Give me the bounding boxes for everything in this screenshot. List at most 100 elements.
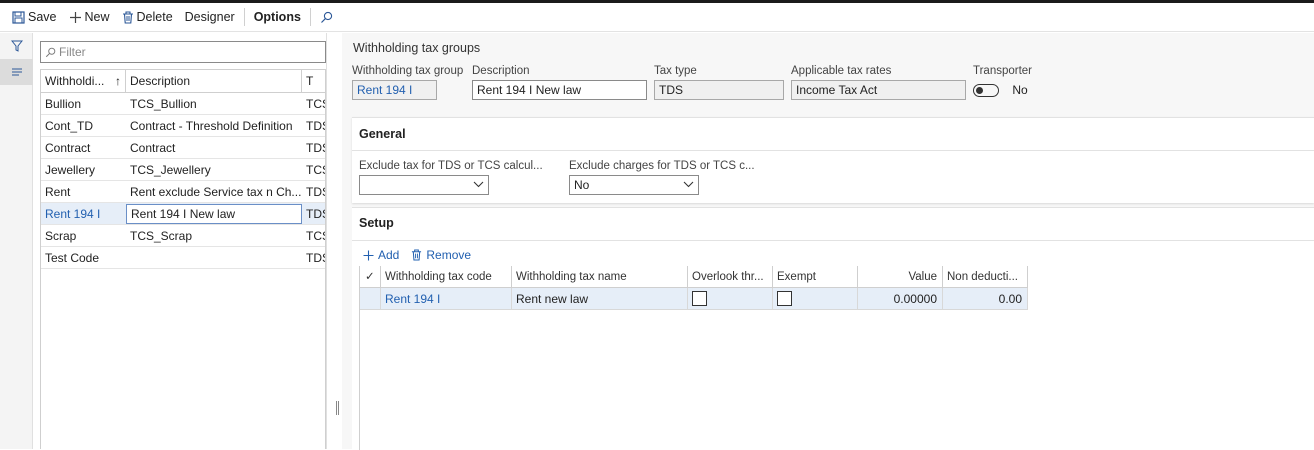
table-row[interactable]: Bullion TCS_Bullion TCS: [41, 93, 325, 115]
left-rail: [0, 33, 33, 449]
list-view-button[interactable]: [0, 59, 33, 85]
transporter-toggle[interactable]: [973, 84, 999, 98]
row-selector[interactable]: [360, 288, 381, 310]
remove-label: Remove: [426, 248, 472, 262]
cell-overlook: [688, 288, 773, 310]
tax-type-value: TDS: [654, 80, 784, 100]
cell-type: TDS: [306, 140, 325, 155]
sort-ascending-icon: ↑: [115, 73, 121, 88]
overlook-checkbox[interactable]: [692, 291, 707, 307]
withholding-tax-group-value[interactable]: Rent 194 I: [352, 80, 437, 100]
column-header-overlook[interactable]: Overlook thr...: [688, 266, 773, 288]
column-header-tax-name[interactable]: Withholding tax name: [512, 266, 688, 288]
column-header-code-label: Withholdi...: [45, 73, 105, 88]
cell-code: Jewellery: [45, 162, 96, 177]
filter-pane-button[interactable]: [0, 33, 33, 59]
cell-type: TDS: [306, 250, 325, 265]
splitter-grip-icon[interactable]: [336, 401, 339, 415]
general-tab-title[interactable]: General: [359, 127, 406, 141]
cell-exempt: [773, 288, 858, 310]
table-row[interactable]: Scrap TCS_Scrap TCS: [41, 225, 325, 247]
cell-type: TCS: [306, 162, 325, 177]
cell-code: Cont_TD: [45, 118, 94, 133]
add-button[interactable]: Add: [363, 248, 399, 262]
exclude-tax-select[interactable]: [359, 175, 489, 195]
setup-tab-title[interactable]: Setup: [359, 216, 394, 230]
exclude-charges-field: Exclude charges for TDS or TCS c... No: [569, 160, 755, 195]
column-header-type[interactable]: T: [302, 70, 325, 93]
applicable-tax-rates-value: Income Tax Act: [791, 80, 966, 100]
cell-code: Test Code: [45, 250, 100, 265]
table-row[interactable]: Rent Rent exclude Service tax n Ch... TD…: [41, 181, 325, 203]
grid-header: Withholdi... ↑ Description T: [41, 69, 325, 93]
tax-type-field: Tax type TDS: [654, 65, 784, 100]
table-row[interactable]: Jewellery TCS_Jewellery TCS: [41, 159, 325, 181]
exclude-charges-label: Exclude charges for TDS or TCS c...: [569, 160, 755, 172]
cell-type: TDS: [306, 118, 325, 133]
select-all-check-icon[interactable]: ✓: [360, 266, 381, 288]
options-tab[interactable]: Options: [248, 6, 307, 28]
trash-icon: [412, 249, 422, 261]
transporter-label: Transporter: [973, 65, 1033, 77]
table-row-selected[interactable]: Rent 194 I Rent 194 I New law TDS: [41, 203, 325, 225]
search-button[interactable]: [314, 6, 342, 28]
filter-placeholder: Filter: [59, 45, 86, 59]
description-field: Description Rent 194 I New law: [472, 65, 647, 100]
search-icon: [320, 11, 333, 23]
table-row[interactable]: Cont_TD Contract - Threshold Definition …: [41, 115, 325, 137]
grid-header: ✓ Withholding tax code Withholding tax n…: [360, 266, 1028, 288]
cell-type: TCS: [306, 96, 325, 111]
cell-description: Rent exclude Service tax n Ch...: [130, 184, 302, 199]
remove-button[interactable]: Remove: [411, 248, 471, 262]
cell-tax-code[interactable]: Rent 194 I: [381, 288, 512, 310]
column-header-exempt[interactable]: Exempt: [773, 266, 858, 288]
table-row[interactable]: Rent 194 I Rent new law 0.00000 0.00: [360, 288, 1028, 310]
exclude-charges-value: No: [574, 178, 590, 192]
column-header-non-deductible[interactable]: Non deducti...: [943, 266, 1028, 288]
exclude-charges-select[interactable]: No: [569, 175, 699, 195]
description-label: Description: [472, 65, 530, 77]
tax-type-label: Tax type: [654, 65, 697, 77]
plus-icon: [69, 11, 81, 23]
column-header-description[interactable]: Description: [126, 69, 302, 93]
cell-value: 0.00000: [858, 288, 943, 310]
page-title: Withholding tax groups: [353, 41, 481, 55]
filter-input[interactable]: Filter: [40, 41, 326, 63]
new-button[interactable]: New: [63, 6, 116, 28]
save-label: Save: [28, 10, 57, 24]
divider: [352, 150, 1314, 151]
cell-tax-name: Rent new law: [512, 288, 688, 310]
cell-description-edit[interactable]: Rent 194 I New law: [126, 203, 302, 224]
cell-description: Contract - Threshold Definition: [130, 118, 293, 133]
setup-actions: Add Remove: [363, 248, 483, 262]
cell-code: Rent: [45, 184, 71, 199]
cell-code: Scrap: [45, 228, 77, 243]
new-label: New: [84, 10, 110, 24]
column-header-tax-code[interactable]: Withholding tax code: [381, 266, 512, 288]
add-label: Add: [378, 248, 400, 262]
action-pane: Save New Delete Designer Options: [0, 3, 1314, 32]
cell-description: TCS_Jewellery: [130, 162, 211, 177]
chevron-down-icon: [683, 181, 694, 188]
transporter-value: No: [1012, 83, 1028, 97]
save-button[interactable]: Save: [6, 6, 63, 28]
table-row[interactable]: Test Code TDS: [41, 247, 325, 269]
cell-type: TDS: [306, 206, 325, 221]
table-row[interactable]: Contract Contract TDS: [41, 137, 325, 159]
divider: [352, 240, 1314, 241]
applicable-tax-rates-field: Applicable tax rates Income Tax Act: [791, 65, 966, 100]
exclude-tax-label: Exclude tax for TDS or TCS calcul...: [359, 160, 543, 172]
column-header-value[interactable]: Value: [858, 266, 943, 288]
designer-label: Designer: [184, 10, 235, 24]
column-header-code[interactable]: Withholdi... ↑: [41, 69, 126, 93]
cell-non-deductible: 0.00: [943, 288, 1028, 310]
pane-splitter[interactable]: [326, 33, 339, 449]
transporter-field: Transporter No: [973, 65, 1032, 100]
delete-button[interactable]: Delete: [116, 6, 179, 28]
designer-button[interactable]: Designer: [179, 6, 241, 28]
details-pane: Withholding tax groups Withholding tax g…: [342, 33, 1314, 450]
cell-code: Contract: [45, 140, 91, 155]
withholding-tax-group-label: Withholding tax group: [352, 65, 464, 77]
description-input[interactable]: Rent 194 I New law: [472, 80, 647, 100]
exempt-checkbox[interactable]: [777, 291, 792, 307]
